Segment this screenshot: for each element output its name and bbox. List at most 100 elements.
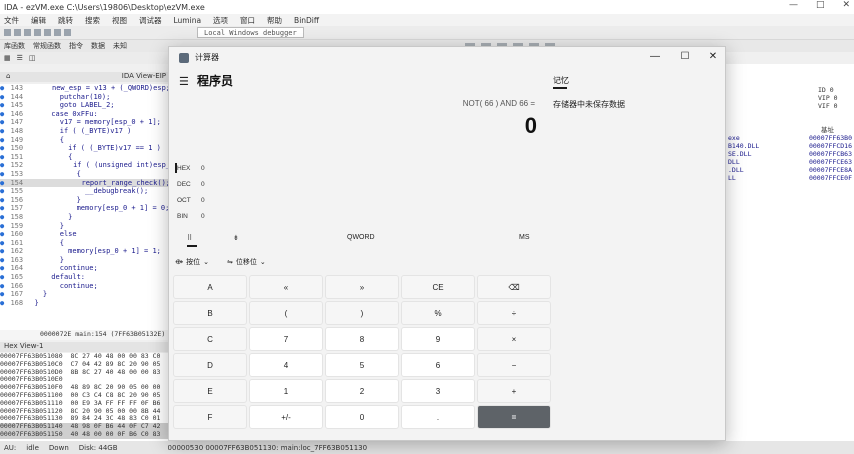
ida-minimize-button[interactable]: —	[789, 0, 798, 10]
pin-icon[interactable]: ⌂	[6, 72, 10, 80]
memory-store-button[interactable]: MS	[519, 234, 530, 241]
key-subtract[interactable]: −	[477, 353, 551, 377]
code-line[interactable]: ● 166 continue;	[0, 282, 170, 291]
key-divide[interactable]: ÷	[477, 301, 551, 325]
code-line[interactable]: ● 143 new_esp = v13 + (_QWORD)esp;	[0, 84, 170, 93]
breakpoint-dot-icon[interactable]: ●	[0, 273, 8, 282]
full-keypad-icon[interactable]: ⠿	[187, 234, 198, 247]
breakpoint-dot-icon[interactable]: ●	[0, 101, 8, 110]
key-modulo[interactable]: %	[401, 301, 475, 325]
graph-icon[interactable]: ◫	[29, 54, 36, 62]
code-line[interactable]: ● 158 }	[0, 213, 170, 222]
radix-dec[interactable]: DEC 0	[175, 177, 375, 191]
menu-bindiff[interactable]: BinDiff	[294, 16, 319, 25]
code-line[interactable]: ● 149 {	[0, 136, 170, 145]
breakpoint-dot-icon[interactable]: ●	[0, 161, 8, 170]
save-icon[interactable]	[4, 29, 11, 36]
menu-help[interactable]: 帮助	[267, 15, 282, 26]
code-line[interactable]: ● 144 putchar(10);	[0, 93, 170, 102]
code-line[interactable]: ● 165 default:	[0, 273, 170, 282]
key-close-paren[interactable]: )	[325, 301, 399, 325]
key-7[interactable]: 7	[249, 327, 323, 351]
breakpoint-dot-icon[interactable]: ●	[0, 299, 8, 308]
calculator-close-button[interactable]: ✕	[701, 50, 725, 64]
key-d[interactable]: D	[173, 353, 247, 377]
code-line[interactable]: ● 157 memory[esp_0 + 1] = 0;	[0, 204, 170, 213]
ida-close-button[interactable]: ✕	[842, 0, 850, 10]
breakpoint-dot-icon[interactable]: ●	[0, 196, 8, 205]
code-line[interactable]: ● 151 {	[0, 153, 170, 162]
key-clear-entry[interactable]: CE	[401, 275, 475, 299]
key-equals[interactable]: =	[477, 405, 551, 429]
key-4[interactable]: 4	[249, 353, 323, 377]
pseudocode-view[interactable]: ● 143 new_esp = v13 + (_QWORD)esp; ● 144 …	[0, 84, 170, 334]
hex-view-header[interactable]: Hex View-1	[0, 342, 170, 352]
code-line[interactable]: ● 152 if ( (unsigned int)esp_	[0, 161, 170, 170]
radix-oct[interactable]: OCT 0	[175, 193, 375, 207]
menu-search[interactable]: 搜索	[85, 15, 100, 26]
breakpoint-dot-icon[interactable]: ●	[0, 118, 8, 127]
stop-icon[interactable]	[64, 29, 71, 36]
key-1[interactable]: 1	[249, 379, 323, 403]
code-line[interactable]: ● 161 {	[0, 239, 170, 248]
code-line[interactable]: ● 154 report_range_check();	[0, 178, 170, 188]
menu-jump[interactable]: 跳转	[58, 15, 73, 26]
code-line[interactable]: ● 164 continue;	[0, 264, 170, 273]
breakpoint-dot-icon[interactable]: ●	[0, 93, 8, 102]
breakpoint-dot-icon[interactable]: ●	[0, 282, 8, 291]
code-line[interactable]: ● 160 else	[0, 230, 170, 239]
key-backspace[interactable]: ⌫	[477, 275, 551, 299]
menu-debugger[interactable]: 调试器	[139, 15, 162, 26]
code-line[interactable]: ● 167 }	[0, 290, 170, 299]
pseudocode-tab[interactable]: IDA View-EIP	[122, 72, 166, 80]
hex-view[interactable]: 00007FF63B051080 8C 27 40 48 00 00 83 C0…	[0, 353, 170, 441]
code-line[interactable]: ● 168}	[0, 299, 170, 308]
breakpoint-dot-icon[interactable]: ●	[0, 230, 8, 239]
radix-bin[interactable]: BIN 0	[175, 209, 375, 223]
key-negate[interactable]: +/-	[249, 405, 323, 429]
memory-tab[interactable]: 记忆	[553, 75, 569, 89]
key-multiply[interactable]: ×	[477, 327, 551, 351]
code-line[interactable]: ● 145 goto LABEL_2;	[0, 101, 170, 110]
key-5[interactable]: 5	[325, 353, 399, 377]
key-left-shift[interactable]: «	[249, 275, 323, 299]
menu-lumina[interactable]: Lumina	[174, 16, 202, 25]
key-decimal[interactable]: .	[401, 405, 475, 429]
key-add[interactable]: +	[477, 379, 551, 403]
menu-file[interactable]: 文件	[4, 15, 19, 26]
menu-windows[interactable]: 窗口	[240, 15, 255, 26]
code-line[interactable]: ● 150 if ( (_BYTE)v17 == 1 )	[0, 144, 170, 153]
key-right-shift[interactable]: »	[325, 275, 399, 299]
breakpoint-dot-icon[interactable]: ●	[0, 290, 8, 299]
key-c[interactable]: C	[173, 327, 247, 351]
code-line[interactable]: ● 162 memory[esp_0 + 1] = 1;	[0, 247, 170, 256]
key-a[interactable]: A	[173, 275, 247, 299]
menu-view[interactable]: 视图	[112, 15, 127, 26]
key-e[interactable]: E	[173, 379, 247, 403]
code-line[interactable]: ● 156 }	[0, 196, 170, 205]
hex-line[interactable]: 00007FF63B051150 40 48 00 00 0F B6 C0 83	[0, 430, 170, 439]
calculator-titlebar[interactable]: 计算器 — ☐ ✕	[169, 47, 725, 69]
breakpoint-dot-icon[interactable]: ●	[0, 213, 8, 222]
breakpoint-dot-icon[interactable]: ●	[0, 264, 8, 273]
pause-icon[interactable]	[54, 29, 61, 36]
key-2[interactable]: 2	[325, 379, 399, 403]
module-row[interactable]: SE.DLL 00007FFCB63	[726, 150, 854, 158]
key-9[interactable]: 9	[401, 327, 475, 351]
breakpoint-dot-icon[interactable]: ●	[0, 179, 8, 188]
list-icon[interactable]: ☰	[17, 54, 23, 62]
breakpoint-dot-icon[interactable]: ●	[0, 204, 8, 213]
code-line[interactable]: ● 155 __debugbreak();	[0, 187, 170, 196]
grid-icon[interactable]: ▦	[4, 54, 11, 62]
bit-toggle-keypad-icon[interactable]: ⇟	[233, 234, 239, 242]
breakpoint-dot-icon[interactable]: ●	[0, 222, 8, 231]
breakpoint-dot-icon[interactable]: ●	[0, 84, 8, 93]
key-f[interactable]: F	[173, 405, 247, 429]
module-row[interactable]: LL 00007FFCE0F	[726, 174, 854, 182]
breakpoint-dot-icon[interactable]: ●	[0, 170, 8, 179]
bit-shift-dropdown[interactable]: ⇋ 位移位 ⌄	[227, 257, 266, 267]
breakpoint-dot-icon[interactable]: ●	[0, 144, 8, 153]
breakpoint-dot-icon[interactable]: ●	[0, 136, 8, 145]
code-line[interactable]: ● 163 }	[0, 256, 170, 265]
word-size-button[interactable]: QWORD	[347, 234, 375, 241]
